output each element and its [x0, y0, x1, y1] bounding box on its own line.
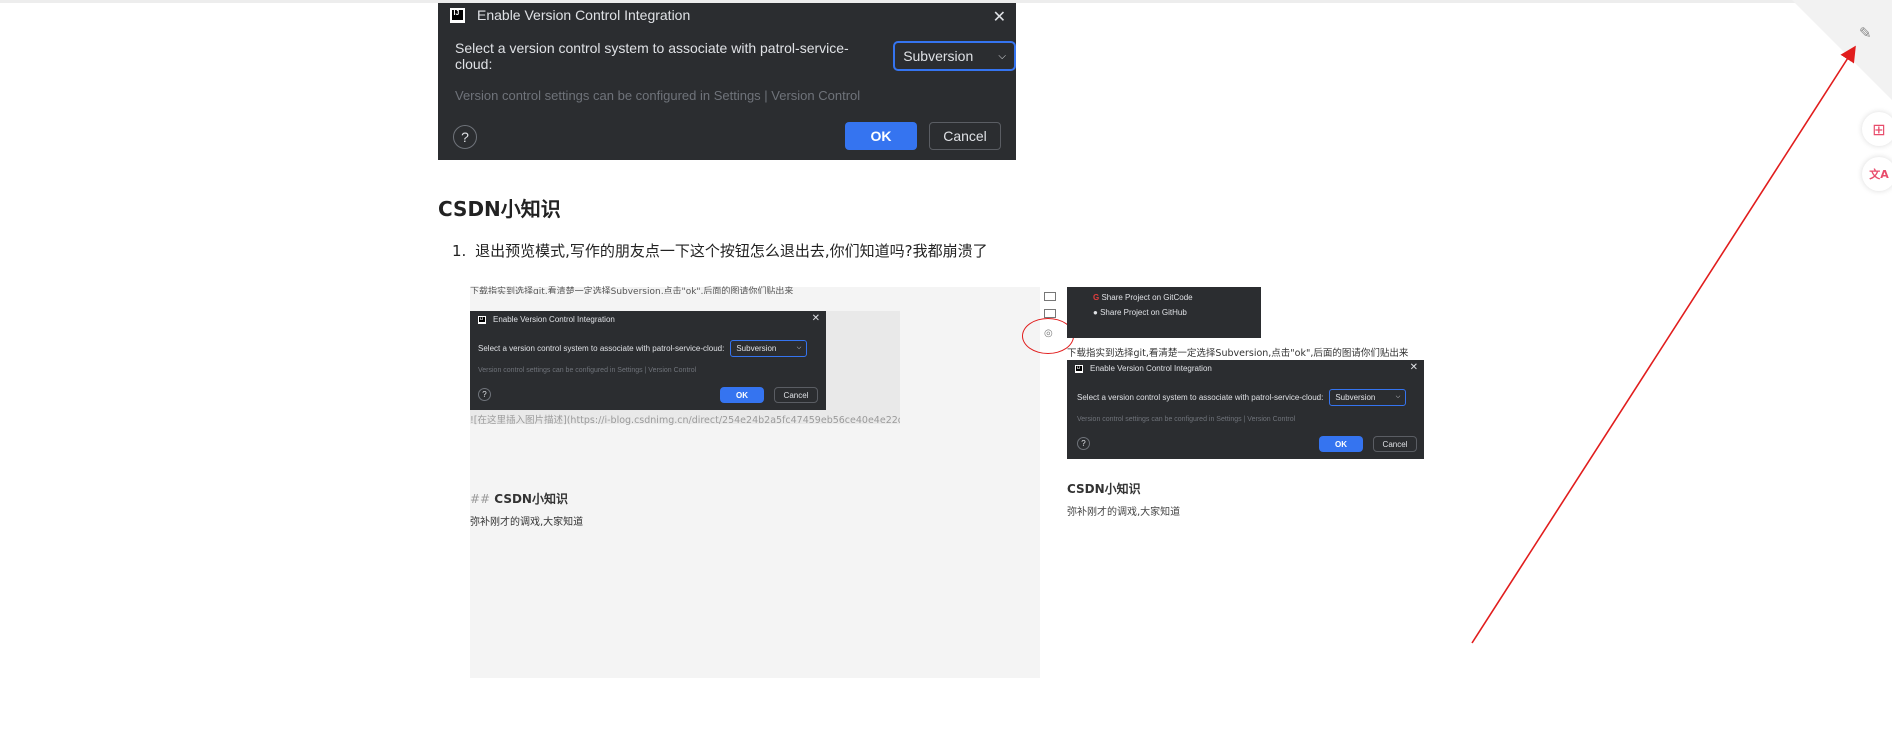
- editor-dialog-title: Enable Version Control Integration: [493, 315, 615, 324]
- preview-dialog-title-bar: IJ Enable Version Control Integration: [1075, 364, 1212, 373]
- preview-select-value: Subversion: [1335, 393, 1376, 402]
- help-icon[interactable]: ?: [453, 125, 477, 149]
- intellij-logo-icon: IJ: [478, 315, 486, 324]
- editor-vcs-select[interactable]: Subversion ⌵: [730, 340, 808, 357]
- list-item-text: 退出预览模式,写作的朋友点一下这个按钮怎么退出去,你们知道吗?我都崩溃了: [475, 242, 988, 260]
- preview-settings-hint: Version control settings can be configur…: [1077, 416, 1296, 423]
- github-icon: ●: [1093, 308, 1098, 317]
- editor-select-row: Select a version control system to assoc…: [478, 340, 808, 357]
- annotation-arrow: [1471, 45, 1856, 644]
- vcs-select-row: Select a version control system to assoc…: [455, 40, 1016, 72]
- vcs-select[interactable]: Subversion ⌵: [893, 41, 1016, 71]
- gitcode-icon: G: [1093, 293, 1100, 302]
- editor-vcs-dialog: IJ Enable Version Control Integration ✕ …: [470, 311, 826, 410]
- settings-hint: Version control settings can be configur…: [455, 88, 861, 103]
- editor-settings-hint: Version control settings can be configur…: [478, 367, 697, 374]
- editor-top-text: 下载指实到选择git,看清楚一定选择Subversion,点击"ok",后面的图…: [470, 287, 794, 294]
- help-icon[interactable]: ?: [478, 388, 491, 401]
- list-number: 1.: [452, 242, 467, 260]
- editor-select-label: Select a version control system to assoc…: [478, 344, 725, 353]
- editor-dialog-title-bar: IJ Enable Version Control Integration: [478, 315, 615, 324]
- apps-add-button[interactable]: ⊞: [1862, 112, 1892, 146]
- share-menu: G Share Project on GitCode ● Share Proje…: [1067, 287, 1261, 338]
- vcs-select-label: Select a version control system to assoc…: [455, 40, 849, 72]
- preview-vcs-select[interactable]: Subversion ⌵: [1329, 389, 1407, 406]
- apps-icon: ⊞: [1872, 119, 1886, 139]
- intellij-logo-icon: IJ: [450, 7, 465, 23]
- menu-item-label: Share Project on GitHub: [1100, 308, 1187, 317]
- close-icon[interactable]: ✕: [1410, 362, 1418, 373]
- image-markdown-link: ![在这里插入图片描述](https://i-blog.csdnimg.cn/d…: [470, 415, 900, 426]
- markdown-heading-text: CSDN小知识: [494, 492, 568, 506]
- preview-body: 弥补刚才的调戏,大家知道: [1067, 507, 1181, 518]
- preview-vcs-dialog: IJ Enable Version Control Integration ✕ …: [1067, 360, 1424, 459]
- ok-button[interactable]: OK: [845, 122, 917, 150]
- layout-icon[interactable]: [1044, 292, 1056, 301]
- chevron-down-icon: ⌵: [1395, 394, 1401, 400]
- pencil-icon[interactable]: ✎: [1859, 24, 1872, 42]
- preview-select-row: Select a version control system to assoc…: [1077, 389, 1407, 406]
- markdown-hash: ##: [470, 492, 491, 506]
- markdown-body: 弥补刚才的调戏,大家知道: [470, 517, 584, 528]
- editor-ok-button[interactable]: OK: [720, 387, 764, 403]
- close-icon[interactable]: ✕: [812, 313, 820, 324]
- cancel-button[interactable]: Cancel: [929, 122, 1001, 150]
- preview-cancel-button[interactable]: Cancel: [1373, 436, 1417, 452]
- editor-cancel-button[interactable]: Cancel: [774, 387, 818, 403]
- translate-icon: 文A: [1869, 168, 1889, 181]
- split-view-icon[interactable]: [1044, 309, 1056, 318]
- vcs-select-value: Subversion: [903, 48, 974, 64]
- close-icon[interactable]: ✕: [993, 7, 1006, 27]
- help-icon[interactable]: ?: [1077, 437, 1090, 450]
- markdown-heading: ## CSDN小知识: [470, 490, 568, 507]
- intellij-logo-icon: IJ: [1075, 364, 1083, 373]
- editor-select-value: Subversion: [736, 344, 777, 353]
- list-item: 1. 退出预览模式,写作的朋友点一下这个按钮怎么退出去,你们知道吗?我都崩溃了: [452, 240, 988, 261]
- dialog-title: Enable Version Control Integration: [477, 7, 691, 23]
- preview-heading: CSDN小知识: [1067, 482, 1141, 496]
- preview-ok-button[interactable]: OK: [1319, 436, 1363, 452]
- preview-select-label: Select a version control system to assoc…: [1077, 393, 1324, 402]
- vcs-dialog: IJ Enable Version Control Integration ✕ …: [438, 3, 1016, 160]
- translate-button[interactable]: 文A: [1862, 157, 1892, 191]
- section-heading: CSDN小知识: [438, 197, 561, 221]
- share-menu-item-github[interactable]: ● Share Project on GitHub: [1093, 308, 1187, 317]
- preview-text: 下载指实到选择git,看清楚一定选择Subversion,点击"ok",后面的图…: [1067, 348, 1409, 359]
- dialog-title-bar: IJ Enable Version Control Integration: [450, 7, 690, 23]
- corner-fold: [1792, 0, 1892, 100]
- chevron-down-icon: ⌵: [796, 345, 802, 351]
- chevron-down-icon: ⌵: [998, 50, 1006, 62]
- preview-dialog-title: Enable Version Control Integration: [1090, 364, 1212, 373]
- menu-item-label: Share Project on GitCode: [1101, 293, 1193, 302]
- share-menu-item-gitcode[interactable]: G Share Project on GitCode: [1093, 293, 1193, 302]
